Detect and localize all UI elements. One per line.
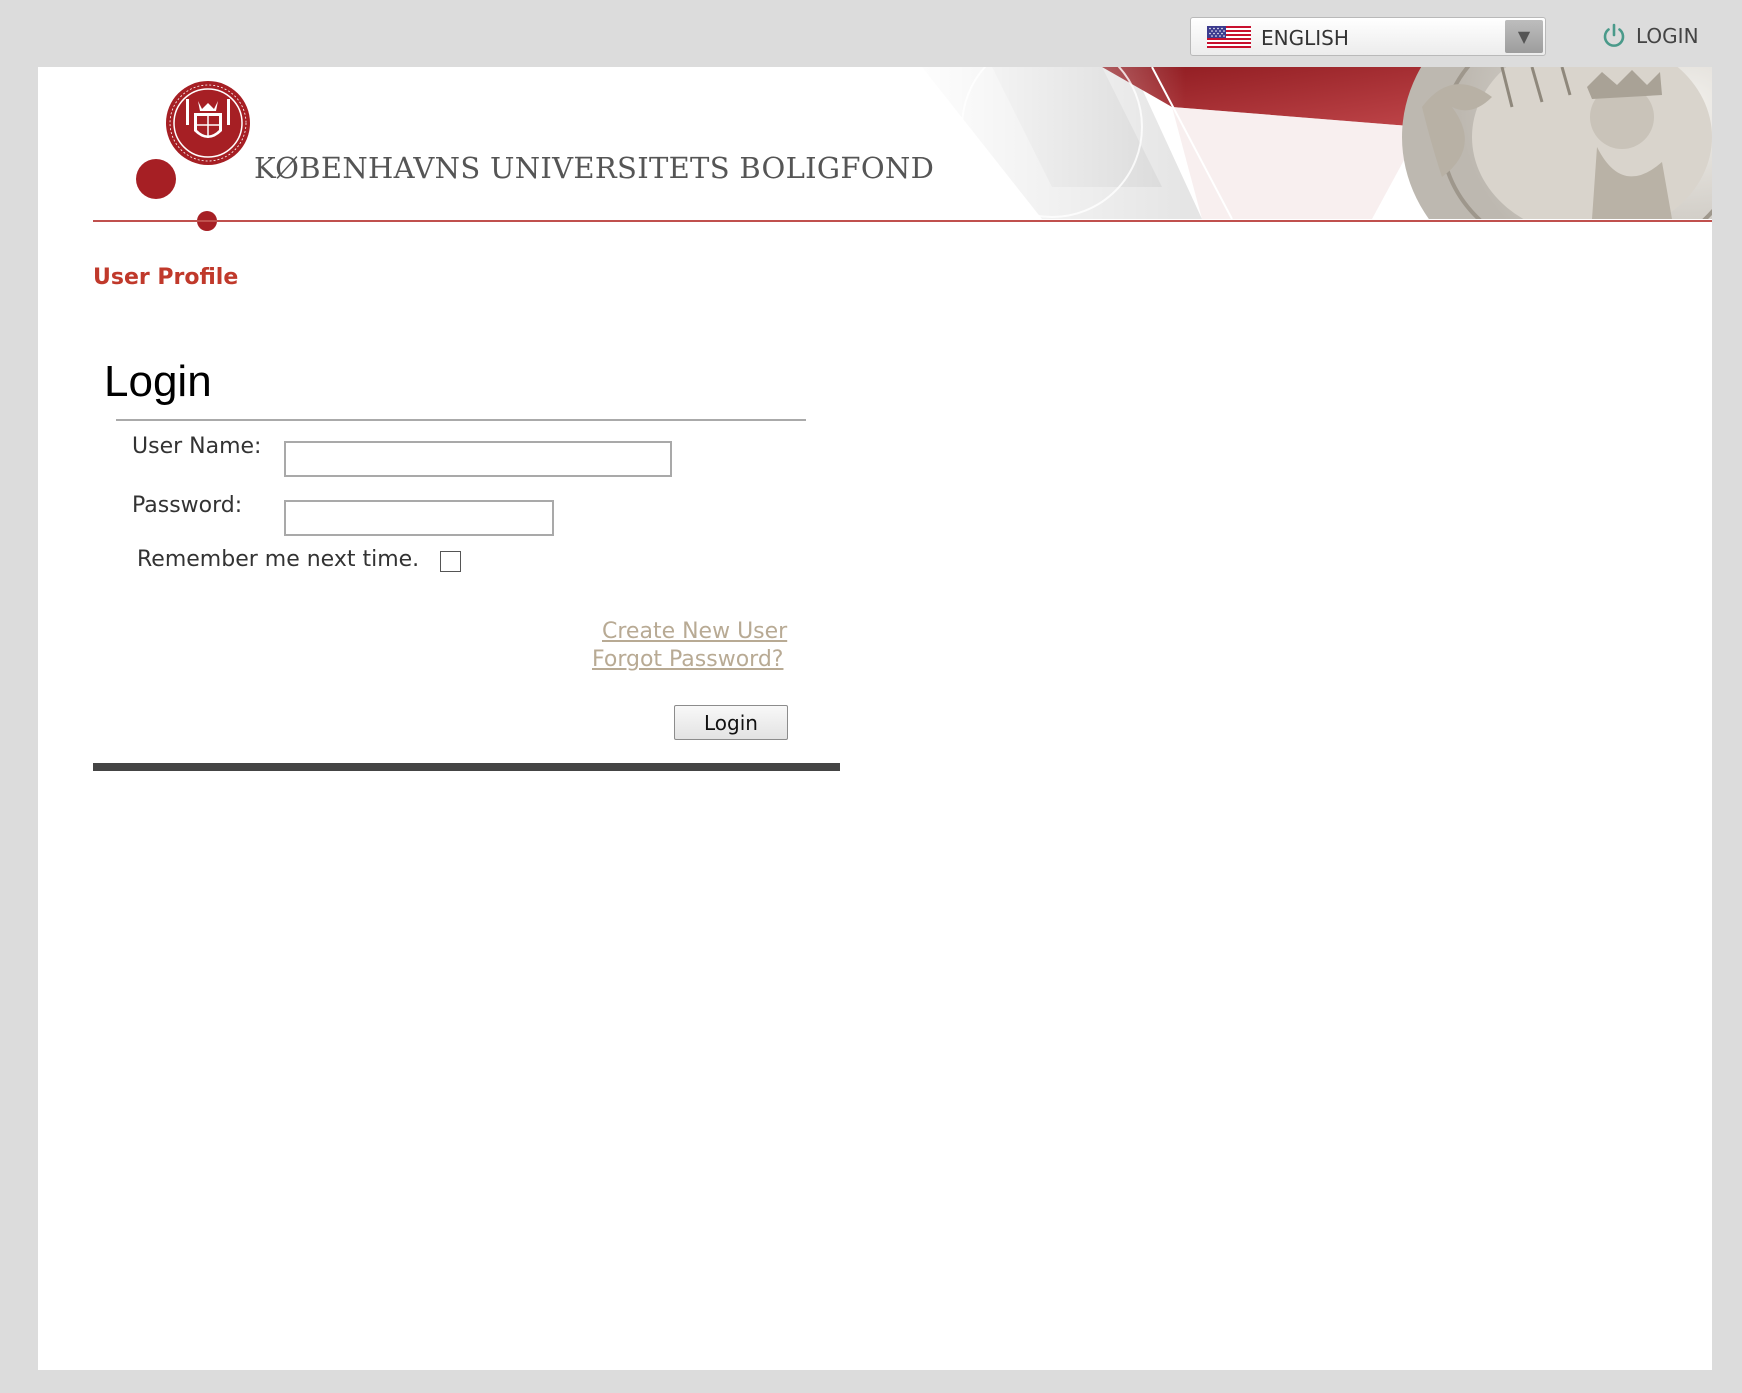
university-seal-logo: [166, 81, 250, 165]
header-divider: [93, 220, 1712, 222]
login-heading: Login: [104, 357, 212, 406]
main-panel: KØBENHAVNS UNIVERSITETS BOLIGFOND User P…: [38, 67, 1712, 1370]
site-title: KØBENHAVNS UNIVERSITETS BOLIGFOND: [254, 151, 935, 185]
power-icon: [1603, 23, 1625, 47]
login-button[interactable]: Login: [674, 705, 788, 740]
form-bottom-bar: [93, 763, 840, 771]
remember-me-label: Remember me next time.: [137, 547, 420, 572]
remember-me-checkbox[interactable]: [440, 551, 461, 572]
language-select[interactable]: ENGLISH ▼: [1190, 17, 1546, 56]
user-profile-link[interactable]: User Profile: [93, 265, 238, 290]
password-label: Password:: [132, 493, 243, 518]
dropdown-arrow-icon[interactable]: ▼: [1505, 20, 1543, 53]
us-flag-icon: [1207, 26, 1251, 48]
top-login-label: LOGIN: [1636, 24, 1699, 48]
header-banner-image: [902, 67, 1712, 219]
password-input[interactable]: [284, 500, 554, 536]
username-label: User Name:: [132, 434, 262, 459]
forgot-password-link[interactable]: Forgot Password?: [592, 647, 783, 672]
language-select-value: ENGLISH: [1261, 26, 1349, 50]
username-input[interactable]: [284, 441, 672, 477]
logo-dot-large: [136, 159, 176, 199]
login-heading-divider: [116, 419, 806, 421]
top-login-link[interactable]: LOGIN: [1600, 18, 1699, 54]
create-new-user-link[interactable]: Create New User: [602, 619, 787, 644]
